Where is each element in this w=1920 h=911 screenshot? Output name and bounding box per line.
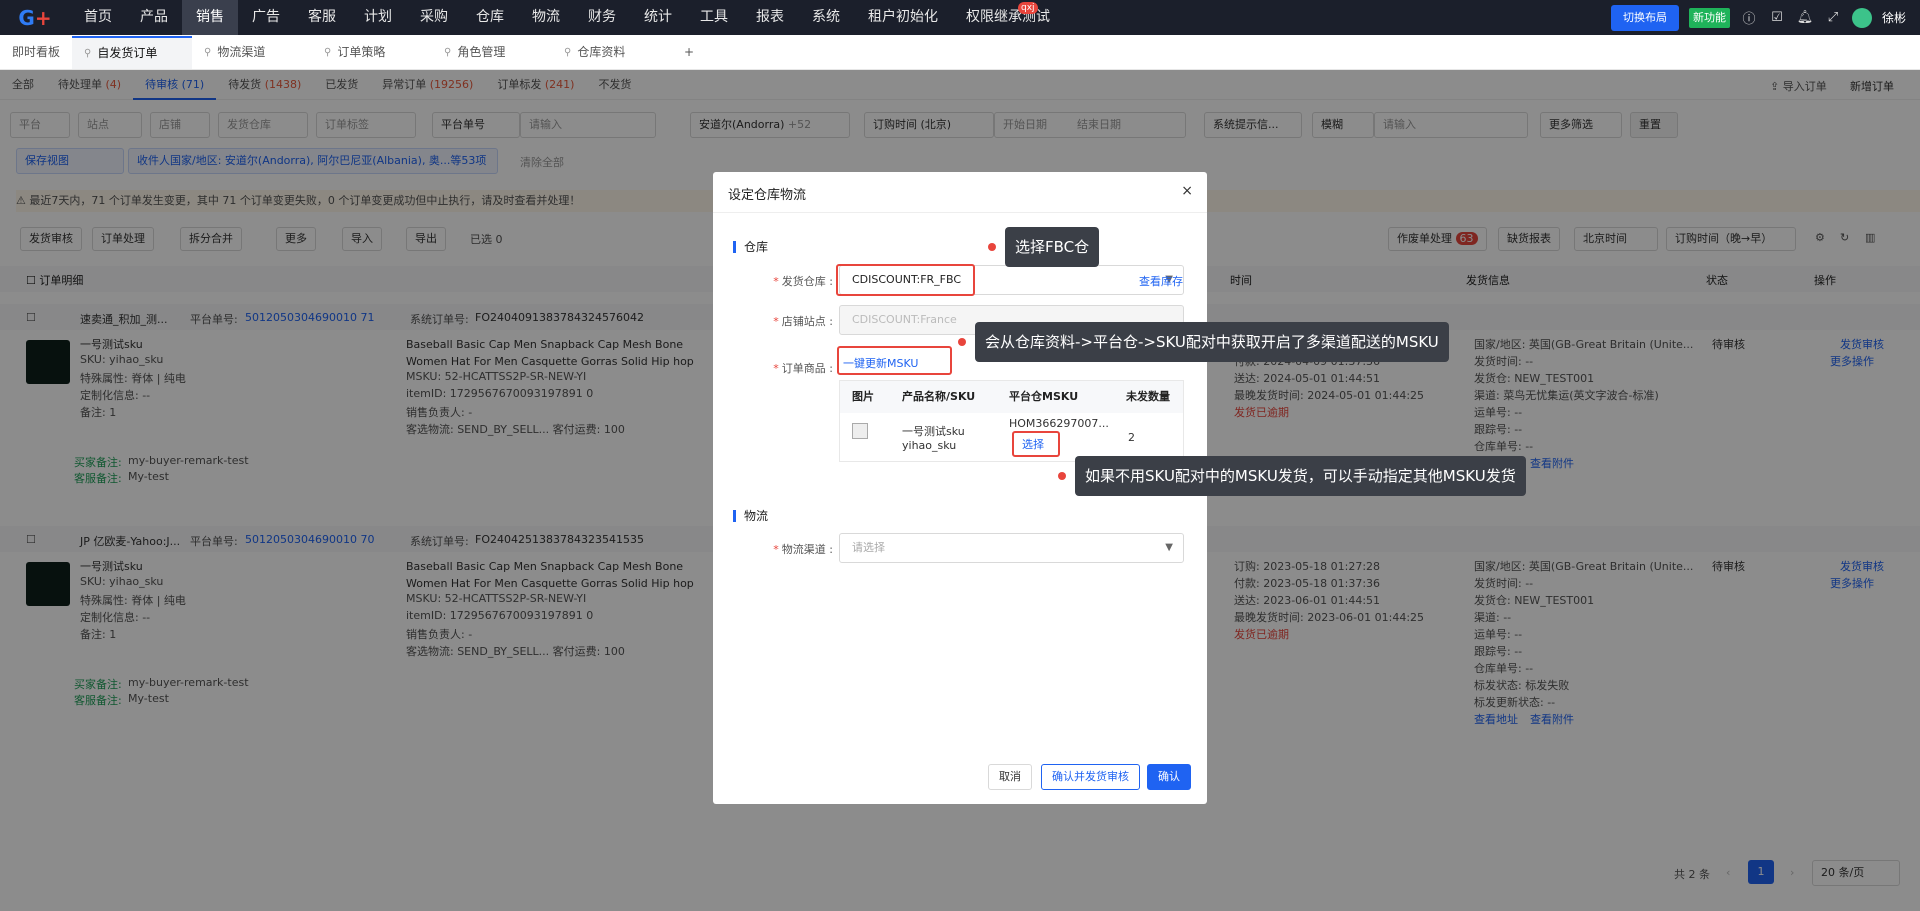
cancel-button[interactable]: 取消 [988, 764, 1032, 790]
highlight-refresh [837, 346, 952, 375]
pin-icon: ⚲ [204, 46, 212, 58]
nav-item-7[interactable]: 仓库 [462, 0, 518, 35]
nav-item-3[interactable]: 广告 [238, 0, 294, 35]
help-icon[interactable]: ⓘ [1740, 8, 1758, 27]
pin-icon: ⚲ [84, 47, 92, 59]
nav-item-2[interactable]: 销售 [182, 0, 238, 35]
pin-icon: ⚲ [564, 46, 572, 58]
switch-layout-button[interactable]: 切换布局 [1610, 4, 1679, 31]
task-icon[interactable]: ☑ [1768, 10, 1786, 25]
order-goods-label-text: 订单商品 [781, 362, 826, 375]
channel-label-text: 物流渠道 [781, 543, 826, 556]
tab-label: 自发货订单 [97, 45, 158, 60]
unshipped-qty: 2 [1128, 431, 1135, 444]
tab-label: 仓库资料 [577, 44, 626, 59]
app-logo[interactable]: G + [0, 0, 70, 35]
tab-0[interactable]: ⚲ 自发货订单 [72, 35, 193, 69]
product-sku: yihao_sku [902, 439, 957, 452]
nav-item-10[interactable]: 统计 [630, 0, 686, 35]
main-menu: 首页 产品 销售 广告 客服 计划 采购 仓库 物流 财务 统计 工具 报表 系统 租户初始化 权限继承测试 [70, 0, 1064, 35]
nav-right-area: 切换布局 新功能 ⓘ ☑ 🔔︎ ⤢ 徐彬 [1610, 0, 1920, 35]
new-feature-badge[interactable]: 新功能 [1688, 7, 1730, 28]
tab-label: 物流渠道 [217, 44, 266, 59]
nav-item-14[interactable]: 租户初始化 [854, 0, 952, 35]
confirm-audit-button[interactable]: 确认并发货审核 [1041, 764, 1140, 790]
tab-dashboard[interactable]: 即时看板 [0, 35, 72, 70]
modal-divider [713, 212, 1207, 213]
nav-item-4[interactable]: 客服 [294, 0, 350, 35]
ship-warehouse-label-text: 发货仓库 [781, 275, 826, 288]
nav-item-11[interactable]: 工具 [686, 0, 742, 35]
nav-item-5[interactable]: 计划 [350, 0, 406, 35]
confirm-button[interactable]: 确认 [1147, 764, 1191, 790]
add-tab-button[interactable]: + [672, 35, 706, 70]
bell-icon[interactable]: 🔔︎ [1796, 10, 1814, 25]
tab-4[interactable]: ⚲ 仓库资料 [552, 35, 672, 70]
col-name-sku: 产品名称/SKU [902, 390, 976, 403]
section-logistics: 物流 [733, 510, 768, 522]
tooltip-manual-msku: 如果不用SKU配对中的MSKU发货，可以手动指定其他MSKU发货 [1075, 456, 1526, 496]
tooltip-fbc: 选择FBC仓 [1005, 227, 1100, 267]
platform-msku: HOM366297007... [1009, 417, 1109, 430]
tip1-marker [988, 243, 996, 251]
nav-item-8[interactable]: 物流 [518, 0, 574, 35]
avatar[interactable] [1851, 7, 1872, 28]
top-navigation: G + 首页 产品 销售 广告 客服 计划 采购 仓库 物流 财务 统计 工具 报表 系统 租户初始化 权限继承… [0, 0, 1920, 35]
pin-icon: ⚲ [444, 46, 452, 58]
view-stock-link[interactable]: 查看库存 [1139, 273, 1183, 289]
order-goods-label: * 订单商品 : [773, 362, 833, 375]
product-name: 一号测试sku [902, 425, 965, 438]
col-qty: 未发数量 [1126, 390, 1170, 403]
user-name[interactable]: 徐彬 [1882, 9, 1906, 26]
nav-item-13[interactable]: 系统 [798, 0, 854, 35]
channel-label: * 物流渠道 : [773, 543, 833, 556]
channel-placeholder: 请选择 [852, 541, 885, 554]
section-warehouse: 仓库 [733, 241, 768, 253]
order-goods-table: 图片 产品名称/SKU 平台仓MSKU 未发数量 一号测试sku yihao_s… [839, 380, 1184, 462]
tab-items: ⚲ 自发货订单 ⚲ 物流渠道 ⚲ 订单策略 ⚲ 角色管理 ⚲ 仓库资料 [72, 35, 672, 70]
chevron-down-icon: ▼ [1165, 542, 1173, 553]
product-image [852, 423, 868, 439]
tab-label: 订单策略 [337, 44, 386, 59]
nav-item-6[interactable]: 采购 [406, 0, 462, 35]
nav-item-12[interactable]: 报表 [742, 0, 798, 35]
nav-item-15[interactable]: 权限继承测试 [952, 0, 1064, 35]
highlight-select [1012, 431, 1060, 457]
highlight-warehouse [836, 264, 975, 296]
fullscreen-icon[interactable]: ⤢ [1824, 10, 1842, 25]
nav-item-0[interactable]: 首页 [70, 0, 126, 35]
channel-select[interactable]: 请选择 ▼ [839, 533, 1184, 563]
nav-badge: qxj [1018, 2, 1038, 14]
tab-1[interactable]: ⚲ 物流渠道 [192, 35, 312, 70]
tip2-marker [958, 338, 966, 346]
modal-title: 设定仓库物流 [728, 188, 807, 203]
nav-item-9[interactable]: 财务 [574, 0, 630, 35]
nav-item-1[interactable]: 产品 [126, 0, 182, 35]
pin-icon: ⚲ [324, 46, 332, 58]
ship-warehouse-label: * 发货仓库 : [773, 275, 833, 288]
shop-site-label: * 店铺站点 : [773, 315, 833, 328]
tab-3[interactable]: ⚲ 角色管理 [432, 35, 552, 70]
col-msku: 平台仓MSKU [1009, 390, 1079, 403]
shop-site-label-text: 店铺站点 [781, 315, 826, 328]
tip3-marker [1058, 472, 1066, 480]
page-tab-bar: 即时看板 ⚲ 自发货订单 ⚲ 物流渠道 ⚲ 订单策略 ⚲ 角色管理 ⚲ 仓库资料 + [0, 35, 1920, 70]
tooltip-msku-source: 会从仓库资料->平台仓->SKU配对中获取开启了多渠道配送的MSKU [975, 322, 1449, 362]
tab-2[interactable]: ⚲ 订单策略 [312, 35, 432, 70]
tab-dashboard-label: 即时看板 [12, 44, 61, 59]
close-icon[interactable]: × [1181, 183, 1193, 199]
tab-label: 角色管理 [457, 44, 506, 59]
col-image: 图片 [852, 390, 874, 403]
